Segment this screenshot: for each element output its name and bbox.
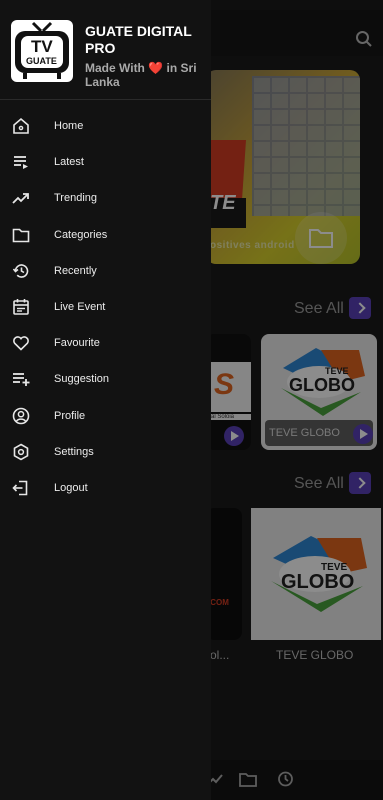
- app-logo: TV GUATE: [11, 20, 73, 82]
- menu-item-favourite[interactable]: Favourite: [0, 325, 211, 361]
- trending-icon: [12, 189, 30, 207]
- menu-label: Profile: [54, 409, 86, 422]
- menu-label: Favourite: [54, 337, 100, 350]
- app-tagline: Made With ❤️ in Sri Lanka: [85, 61, 205, 89]
- logo-text-tv: TV: [31, 37, 53, 56]
- menu-item-trending[interactable]: Trending: [0, 180, 211, 216]
- profile-icon: [12, 407, 30, 425]
- latest-icon: [12, 153, 30, 171]
- home-icon: [12, 117, 30, 135]
- menu-item-home[interactable]: Home: [0, 108, 211, 144]
- navigation-drawer: TV GUATE GUATE DIGITAL PRO Made With ❤️ …: [0, 0, 211, 800]
- logo-text-guate: GUATE: [26, 56, 57, 66]
- menu-label: Logout: [54, 481, 88, 494]
- playlist-add-icon: [12, 370, 30, 388]
- tagline-prefix: Made With: [85, 61, 145, 75]
- calendar-icon: [12, 298, 30, 316]
- menu-label: Suggestion: [54, 373, 110, 386]
- menu-label: Recently: [54, 264, 97, 277]
- heart-icon: [12, 334, 30, 352]
- menu-item-recently[interactable]: Recently: [0, 253, 211, 289]
- drawer-header: TV GUATE GUATE DIGITAL PRO Made With ❤️ …: [0, 0, 211, 100]
- settings-icon: [12, 443, 30, 461]
- menu-item-settings[interactable]: Settings: [0, 434, 211, 470]
- menu-label: Home: [54, 120, 84, 133]
- menu-item-logout[interactable]: Logout: [0, 470, 211, 506]
- menu-item-categories[interactable]: Categories: [0, 217, 211, 253]
- history-icon: [12, 262, 30, 280]
- menu-item-live-event[interactable]: Live Event: [0, 289, 211, 325]
- drawer-menu: Home Latest Trending Categories Recently: [0, 108, 211, 506]
- menu-item-profile[interactable]: Profile: [0, 398, 211, 434]
- menu-label: Settings: [54, 445, 94, 458]
- app-name: GUATE DIGITAL PRO: [85, 23, 192, 56]
- folder-icon: [12, 226, 30, 244]
- menu-item-latest[interactable]: Latest: [0, 144, 211, 180]
- logout-icon: [12, 479, 30, 497]
- menu-label: Categories: [54, 228, 108, 241]
- menu-label: Trending: [54, 192, 98, 205]
- menu-item-suggestion[interactable]: Suggestion: [0, 361, 211, 397]
- menu-label: Live Event: [54, 301, 106, 314]
- menu-label: Latest: [54, 156, 84, 169]
- heart-icon: ❤️: [148, 61, 164, 75]
